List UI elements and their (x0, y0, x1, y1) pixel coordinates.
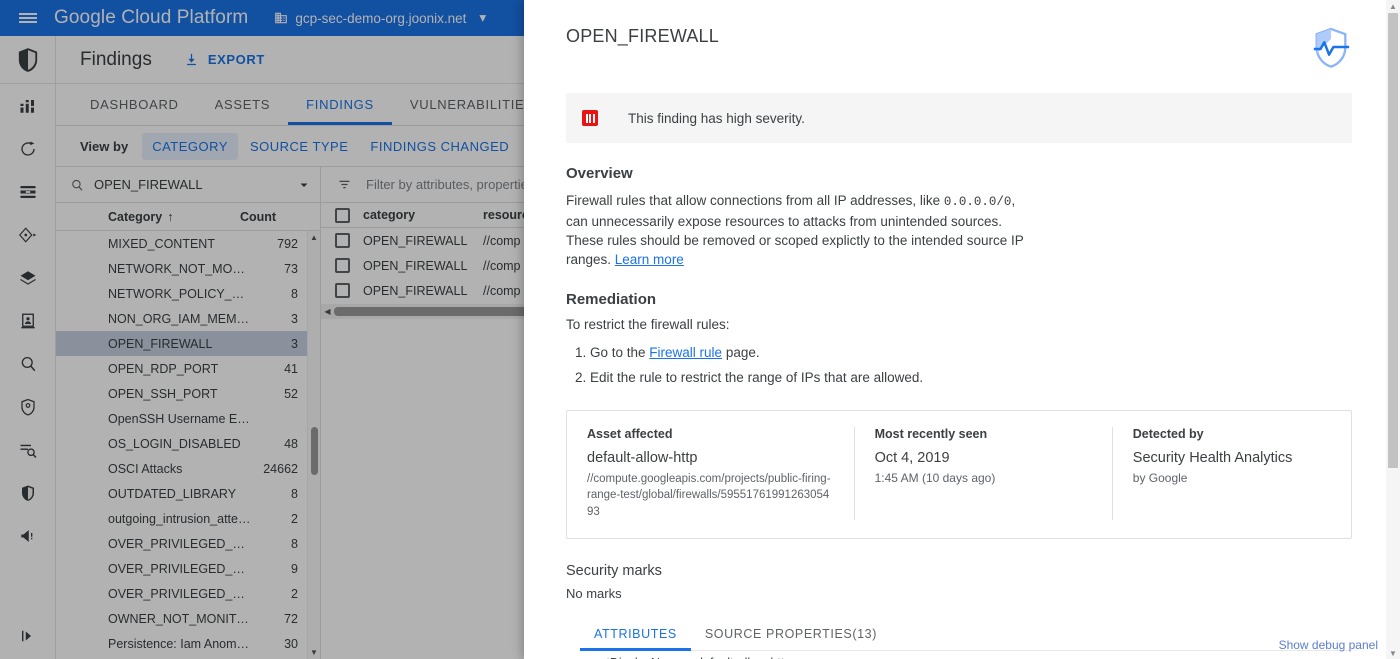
remediation-heading: Remediation (566, 291, 657, 309)
asset-affected-value: default-allow-http (587, 450, 698, 466)
security-marks-value: No marks (566, 585, 622, 601)
learn-more-link[interactable]: Learn more (615, 252, 684, 267)
panel-scrollbar-thumb[interactable] (1388, 13, 1398, 468)
remediation-steps: Go to the Firewall rule page. Edit the r… (566, 344, 1352, 388)
detected-by-value: Security Health Analytics (1132, 450, 1293, 466)
asset-affected-cell: Asset affected default-allow-http //comp… (567, 427, 854, 520)
severity-high-icon (582, 110, 598, 126)
detail-title: OPEN_FIREWALL (566, 26, 719, 46)
screen: Google Cloud Platform gcp-sec-demo-org.j… (0, 0, 1400, 659)
detected-by-sub: by Google (1132, 471, 1188, 485)
asset-affected-label: Asset affected (587, 427, 673, 441)
detected-by-label: Detected by (1132, 427, 1204, 441)
attr-tabs-wrap: ATTRIBUTES SOURCE PROPERTIES(13) (524, 623, 1386, 651)
overview-heading: Overview (566, 165, 633, 182)
tab-attributes[interactable]: ATTRIBUTES (580, 623, 691, 651)
detail-panel-scrollbar[interactable]: ▲ ▼ (1386, 0, 1400, 659)
security-command-center-shield-icon (1310, 26, 1352, 75)
overview-section: Overview Firewall rules that allow conne… (524, 165, 1386, 388)
detected-by-cell: Detected by Security Health Analytics by… (1111, 427, 1351, 520)
overview-text-part1: Firewall rules that allow connections fr… (566, 193, 944, 208)
step1-pre: Go to the (590, 345, 650, 361)
most-recently-seen-label: Most recently seen (874, 427, 988, 441)
severity-banner: This finding has high severity. (566, 93, 1352, 143)
most-recently-seen-cell: Most recently seen Oct 4, 2019 1:45 AM (… (853, 427, 1112, 520)
tab-source-properties[interactable]: SOURCE PROPERTIES(13) (691, 623, 891, 650)
remediation-step-2: Edit the rule to restrict the range of I… (590, 369, 1352, 388)
finding-detail-panel: OPEN_FIREWALL This finding has high seve… (524, 0, 1400, 659)
detail-panel-content: OPEN_FIREWALL This finding has high seve… (524, 0, 1386, 659)
finding-info-card: Asset affected default-allow-http //comp… (566, 410, 1352, 539)
attribute-tabs: ATTRIBUTES SOURCE PROPERTIES(13) (580, 623, 1352, 651)
step1-post: page. (722, 345, 760, 361)
attribute-row: assetDisplayNamedefault-allow-http (566, 651, 1352, 659)
firewall-rule-link[interactable]: Firewall rule (649, 345, 722, 360)
detail-header: OPEN_FIREWALL (524, 0, 1386, 75)
overview-text: Firewall rules that allow connections fr… (566, 191, 1036, 269)
panel-scroll-down-icon[interactable]: ▼ (1386, 647, 1400, 659)
severity-text: This finding has high severity. (628, 110, 805, 126)
asset-affected-path: //compute.googleapis.com/projects/public… (587, 473, 831, 518)
security-marks-section: Security marks No marks (524, 563, 1386, 601)
remediation-intro: To restrict the firewall rules: (566, 317, 730, 333)
overview-code: 0.0.0.0/0 (943, 195, 1012, 209)
remediation-step-1: Go to the Firewall rule page. (590, 344, 1352, 363)
most-recently-seen-value: Oct 4, 2019 (874, 450, 950, 466)
show-debug-panel-link[interactable]: Show debug panel (1279, 638, 1378, 652)
most-recently-seen-sub: 1:45 AM (10 days ago) (874, 471, 996, 485)
attributes-table: assetDisplayNamedefault-allow-httpassetI… (566, 651, 1352, 659)
panel-scroll-up-icon[interactable]: ▲ (1386, 0, 1400, 12)
security-marks-heading: Security marks (566, 562, 662, 579)
modal-scrim[interactable] (0, 0, 524, 659)
